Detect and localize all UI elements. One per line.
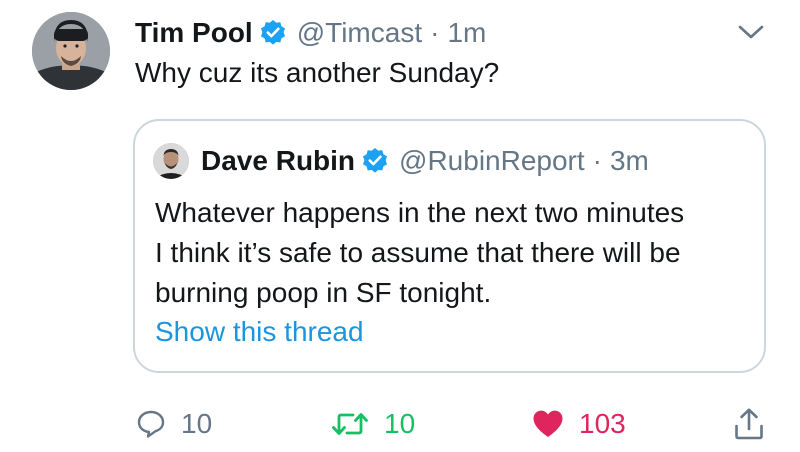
quoted-timestamp: 3m xyxy=(609,145,649,176)
verified-badge-icon xyxy=(260,20,285,45)
retweet-button[interactable]: 10 xyxy=(330,404,415,444)
quoted-text-line: Whatever happens in the next two minutes xyxy=(155,197,685,228)
author-avatar[interactable] xyxy=(32,12,110,90)
like-button[interactable]: 103 xyxy=(531,404,626,444)
share-icon xyxy=(735,408,763,440)
quoted-text-line: burning poop in SF tonight. xyxy=(155,277,492,308)
quoted-author-avatar xyxy=(153,143,189,179)
separator: · xyxy=(592,145,602,176)
quoted-text-line: I think it’s safe to assume that there w… xyxy=(155,237,681,268)
tweet-text: Why cuz its another Sunday? xyxy=(135,57,500,88)
quoted-tweet-card[interactable]: Dave Rubin @RubinReport · 3m Whatever happ… xyxy=(133,119,766,373)
share-button[interactable] xyxy=(733,404,765,444)
tweet-header: Tim Pool @Timcast · 1m xyxy=(135,13,486,53)
reply-icon xyxy=(137,410,165,438)
separator: · xyxy=(430,17,440,48)
author-name[interactable]: Tim Pool xyxy=(135,17,253,49)
reply-count: 10 xyxy=(181,408,213,439)
quoted-tweet-text: Whatever happens in the next two minutes… xyxy=(155,193,755,313)
like-count: 103 xyxy=(579,408,626,439)
author-handle[interactable]: @Timcast xyxy=(297,17,422,48)
reply-button[interactable]: 10 xyxy=(135,404,212,444)
tweet: Tim Pool @Timcast · 1m Why cuz its another… xyxy=(0,0,800,452)
retweet-icon xyxy=(332,413,368,435)
show-thread-link[interactable]: Show this thread xyxy=(155,316,364,348)
quoted-author-name: Dave Rubin xyxy=(201,145,356,176)
retweet-count: 10 xyxy=(384,408,416,439)
chevron-down-icon[interactable] xyxy=(736,22,766,42)
tweet-timestamp[interactable]: 1m xyxy=(447,17,486,48)
heart-icon xyxy=(533,410,563,437)
tweet-actions: 10 10 103 xyxy=(0,398,800,450)
verified-badge-icon xyxy=(363,148,388,173)
quoted-tweet-header: Dave Rubin @RubinReport · 3m xyxy=(153,143,649,179)
quoted-author-handle: @RubinReport xyxy=(399,145,585,176)
